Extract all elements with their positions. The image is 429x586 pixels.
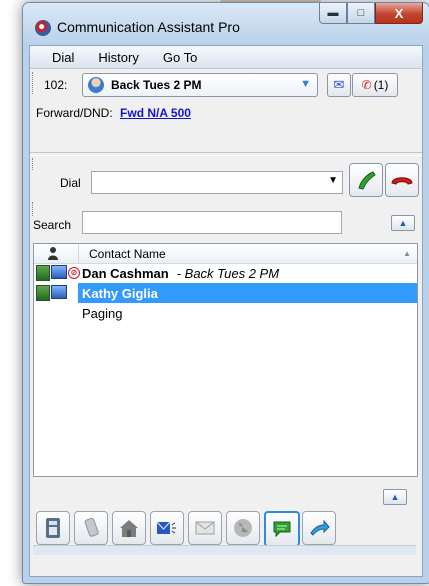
divider — [30, 152, 422, 156]
forward-link[interactable]: Fwd N/A 500 — [120, 106, 191, 120]
action-toolbar: ▲ — [33, 483, 416, 555]
dial-dropdown-icon[interactable]: ▼ — [328, 175, 338, 186]
toolbar-grip[interactable] — [32, 72, 36, 94]
status-row: 102: Back Tues 2 PM ▼ ✉ ✆ (1) — [30, 72, 422, 97]
contact-name: Dan Cashman - Back Tues 2 PM — [82, 266, 279, 281]
search-input[interactable] — [82, 211, 342, 234]
list-item-selected[interactable]: Kathy Giglia — [34, 283, 417, 303]
dial-input[interactable]: ▼ — [91, 171, 343, 194]
collapse-up-icon: ▲ — [390, 492, 400, 502]
maximize-button[interactable]: □ — [347, 3, 375, 24]
status-value: Back Tues 2 PM — [111, 78, 202, 92]
contact-name: Kathy Giglia — [78, 283, 417, 303]
presence-icons: ⊘ — [36, 265, 80, 281]
status-dropdown[interactable]: Back Tues 2 PM ▼ — [82, 73, 318, 97]
extension-label: 102: — [44, 78, 68, 92]
email-icon — [195, 521, 215, 535]
computer-status-icon — [51, 265, 67, 279]
minimize-button[interactable]: ▬ — [319, 3, 347, 24]
desk-phone-button[interactable] — [36, 511, 70, 545]
chat-button[interactable] — [264, 511, 300, 547]
menu-dial[interactable]: Dial — [40, 50, 86, 65]
email-button[interactable] — [188, 511, 222, 545]
phone-status-icon — [36, 265, 50, 281]
desk-phone-icon — [46, 518, 60, 538]
minimize-icon: ▬ — [327, 7, 339, 19]
missed-calls-count: (1) — [373, 78, 389, 92]
phone-status-icon — [36, 285, 50, 301]
contact-name-header[interactable]: Contact Name — [89, 247, 166, 261]
chat-icon — [273, 521, 291, 538]
list-item[interactable]: Paging — [34, 303, 417, 323]
presence-column-header[interactable] — [34, 244, 79, 263]
person-icon — [48, 247, 58, 260]
status-strip — [33, 545, 416, 555]
call-button[interactable] — [349, 163, 383, 197]
close-button[interactable]: X — [375, 3, 423, 24]
menu-history[interactable]: History — [86, 50, 150, 65]
voicemail-button[interactable]: ✉ — [327, 73, 351, 97]
window-title: Communication Assistant Pro — [57, 19, 240, 35]
dropdown-arrow-icon: ▼ — [300, 78, 311, 90]
computer-status-icon — [51, 285, 67, 299]
contact-list: Contact Name ▲ ⊘ Dan Cashman - Back Tues … — [33, 243, 418, 477]
hang-up-button[interactable] — [385, 163, 419, 197]
home-phone-button[interactable] — [112, 511, 146, 545]
call-icon — [358, 171, 376, 190]
search-label: Search — [33, 218, 72, 232]
sort-ascending-icon: ▲ — [403, 249, 411, 258]
title-bar[interactable]: Communication Assistant Pro ▬ □ X — [23, 3, 429, 45]
dial-label: Dial — [60, 176, 81, 190]
list-item[interactable]: ⊘ Dan Cashman - Back Tues 2 PM — [34, 263, 417, 283]
voicemail-icon: ✉ — [333, 77, 345, 92]
user-status-icon — [88, 77, 104, 93]
collapse-up-icon: ▲ — [398, 218, 408, 228]
home-icon — [120, 520, 138, 537]
search-grip[interactable] — [32, 202, 36, 216]
list-header: Contact Name ▲ — [34, 244, 417, 264]
contact-name-text: Dan Cashman — [82, 266, 169, 281]
web-button[interactable] — [226, 511, 260, 545]
collapse-toolbar-button[interactable]: ▲ — [383, 489, 407, 505]
mobile-phone-button[interactable] — [74, 511, 108, 545]
maximize-icon: □ — [357, 7, 365, 19]
dial-grip[interactable] — [32, 158, 36, 170]
contact-status-text: - Back Tues 2 PM — [176, 266, 280, 281]
forward-dnd: Forward/DND: Fwd N/A 500 — [36, 106, 191, 120]
menu-goto[interactable]: Go To — [151, 50, 209, 65]
missed-call-icon: ✆ — [361, 78, 372, 92]
missed-calls-button[interactable]: ✆ (1) — [352, 73, 398, 97]
do-not-disturb-icon: ⊘ — [68, 267, 80, 279]
voicemail-toolbar-button[interactable] — [150, 511, 184, 545]
contact-name: Paging — [82, 306, 123, 321]
caption-buttons: ▬ □ X — [319, 3, 423, 24]
collapse-search-button[interactable]: ▲ — [391, 215, 415, 231]
transfer-arrow-icon — [310, 519, 330, 536]
voicemail-icon — [156, 521, 176, 534]
hang-up-icon — [391, 177, 413, 185]
mobile-phone-icon — [84, 517, 99, 537]
contact-name-text: Kathy Giglia — [82, 286, 158, 301]
app-logo-icon — [35, 20, 51, 36]
globe-icon — [234, 519, 252, 537]
close-icon: X — [394, 5, 404, 21]
client-area: Dial History Go To 102: Back Tues 2 PM ▼… — [29, 45, 423, 577]
app-window: Communication Assistant Pro ▬ □ X Dial H… — [22, 2, 429, 584]
transfer-button[interactable] — [302, 511, 336, 545]
forward-label: Forward/DND: — [36, 106, 113, 120]
presence-icons — [36, 285, 67, 301]
menu-bar: Dial History Go To — [30, 46, 422, 69]
